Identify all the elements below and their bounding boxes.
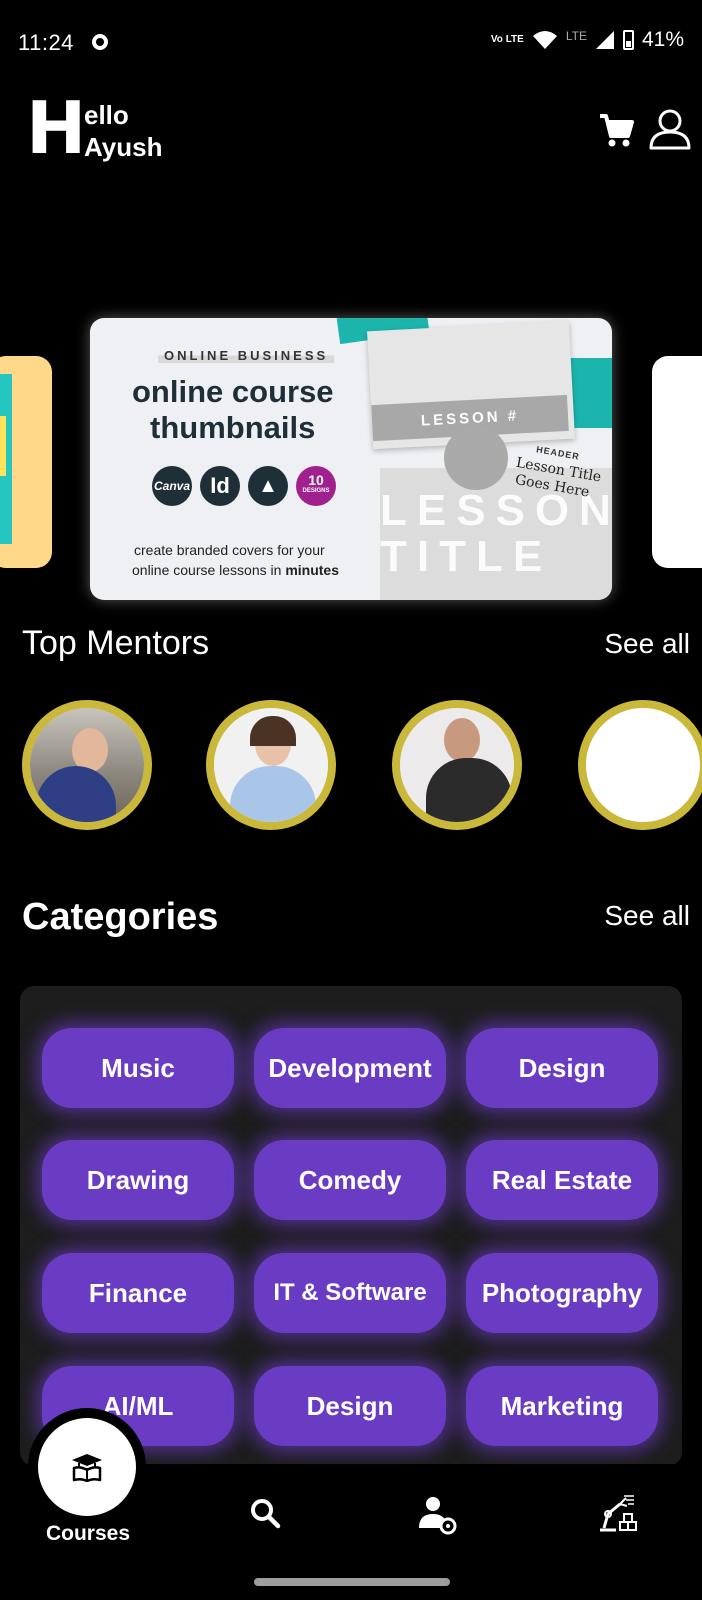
categories-see-all-link[interactable]: See all — [604, 900, 690, 932]
nav-tools-button[interactable] — [594, 1492, 637, 1532]
courses-icon — [72, 1454, 102, 1482]
banner-tag: ONLINE BUSINESS — [158, 348, 335, 363]
category-chip[interactable]: Photography — [466, 1253, 658, 1333]
banner-caption-emphasis: minutes — [285, 562, 339, 578]
mentor-avatar[interactable] — [206, 700, 336, 830]
mock-avatar-circle — [444, 426, 508, 490]
canva-badge: Canva — [152, 466, 192, 506]
nav-courses-button[interactable] — [38, 1418, 136, 1516]
top-mentors-title: Top Mentors — [22, 624, 210, 662]
affinity-badge: ▲ — [248, 466, 288, 506]
mock-big-text: LESSON TITLE — [380, 486, 612, 581]
category-chip[interactable]: Development — [254, 1028, 446, 1108]
designs-count: 10 — [308, 472, 324, 488]
signal-icon — [595, 31, 614, 49]
battery-percent: 41% — [641, 28, 684, 51]
nav-search-button[interactable] — [246, 1494, 286, 1534]
profile-button[interactable] — [648, 108, 692, 152]
category-chip[interactable]: Real Estate — [466, 1140, 658, 1220]
featured-carousel[interactable]: LESSON TITLE LESSON # HEADER Lesson Titl… — [0, 318, 702, 602]
carousel-card-next[interactable] — [652, 356, 702, 568]
greeting-initial: H — [26, 86, 87, 170]
banner-title: thumbnails — [150, 410, 316, 445]
category-chip[interactable]: Marketing — [466, 1366, 658, 1446]
banner-caption: online course lessons in minutes — [132, 562, 339, 578]
battery-icon — [622, 30, 634, 50]
mentor-photo-body — [426, 758, 512, 822]
indesign-badge: Id — [200, 466, 240, 506]
banner-caption-text: online course lessons in — [132, 562, 286, 578]
category-chip[interactable]: Design — [254, 1366, 446, 1446]
categories-title: Categories — [22, 896, 219, 938]
banner-caption: create branded covers for your — [134, 542, 325, 558]
home-indicator[interactable] — [254, 1578, 450, 1586]
category-chip[interactable]: Design — [466, 1028, 658, 1108]
mentors-see-all-link[interactable]: See all — [604, 628, 690, 660]
user-name: Ayush — [84, 132, 163, 162]
lte-indicator: LTE — [565, 29, 587, 43]
cart-icon — [600, 114, 634, 147]
category-chip[interactable]: Drawing — [42, 1140, 234, 1220]
category-chip[interactable]: Music — [42, 1028, 234, 1108]
nav-mentors-button[interactable] — [416, 1494, 457, 1535]
category-chip[interactable]: IT & Software — [254, 1253, 446, 1333]
mentor-avatar[interactable] — [392, 700, 522, 830]
profile-icon — [649, 109, 691, 150]
greeting-text: ello — [84, 100, 129, 130]
status-time: 11:24 — [18, 30, 74, 55]
robot-arm-icon — [600, 1495, 637, 1532]
status-indicators: Vo LTE LTE 41% — [491, 28, 684, 52]
carousel-card-previous[interactable] — [0, 356, 52, 568]
notification-icon — [92, 34, 108, 50]
mentor-avatar[interactable] — [578, 700, 702, 830]
mentor-settings-icon — [419, 1497, 457, 1535]
banner-title: online course — [132, 374, 334, 409]
designs-label: DESIGNS — [302, 488, 330, 494]
mentor-photo-body — [230, 766, 316, 822]
nav-courses-label: Courses — [45, 1522, 131, 1545]
category-chip[interactable]: Finance — [42, 1253, 234, 1333]
mentor-avatar[interactable] — [22, 700, 152, 830]
mentor-photo-face — [444, 718, 480, 762]
carousel-card-current[interactable]: LESSON TITLE LESSON # HEADER Lesson Titl… — [90, 318, 612, 600]
designs-count-badge: 10 DESIGNS — [296, 466, 336, 506]
category-chip[interactable]: Comedy — [254, 1140, 446, 1220]
tool-badges: Canva Id ▲ 10 DESIGNS — [152, 466, 336, 506]
volte-indicator: Vo LTE — [490, 34, 524, 45]
search-icon — [251, 1499, 281, 1529]
card-decoration — [0, 416, 6, 476]
status-bar: 11:24 Vo LTE LTE 41% — [0, 0, 702, 86]
cart-button[interactable] — [596, 110, 636, 150]
wifi-icon — [532, 31, 557, 49]
